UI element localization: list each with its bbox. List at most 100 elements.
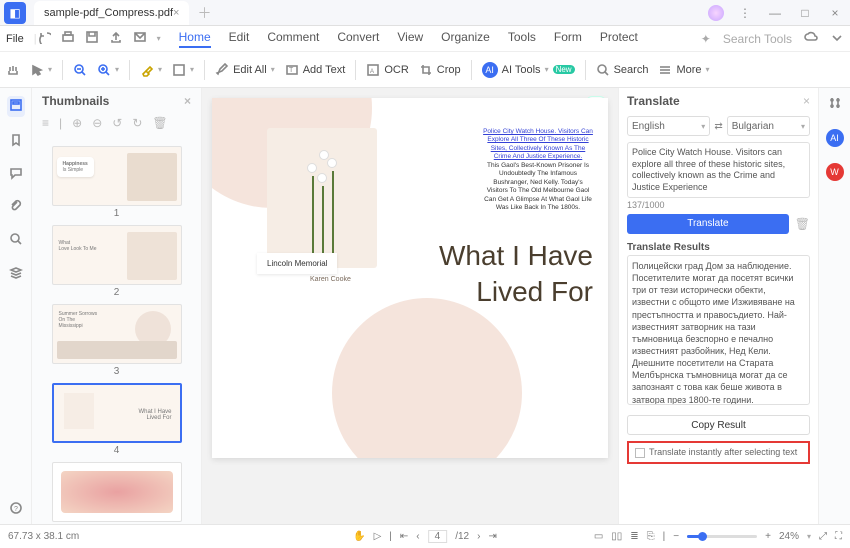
comment-icon[interactable] (9, 166, 23, 183)
search-panel-icon[interactable] (9, 232, 23, 249)
translate-close-icon[interactable]: × (803, 94, 810, 108)
thumbnail-1[interactable]: HappinessIs Simple (52, 146, 182, 206)
crop-button[interactable]: Crop (419, 63, 461, 77)
tab-protect[interactable]: Protect (600, 30, 638, 48)
settings-icon[interactable] (828, 96, 842, 113)
kebab-icon[interactable]: ⋮ (730, 6, 760, 20)
single-page-icon[interactable]: ▭ (594, 531, 603, 542)
thumbnails-close-icon[interactable]: × (184, 94, 191, 108)
clear-translate-icon[interactable]: 🗑 (795, 217, 810, 231)
zoom-in[interactable]: ▾ (97, 63, 119, 77)
tab-form[interactable]: Form (554, 30, 582, 48)
thumbnail-2[interactable]: What Love Look To Me (52, 225, 182, 285)
status-bar: 67.73 x 38.1 cm ✋ ▷ | ⇤ ‹ 4 /12 › ⇥ ▭ ▯▯… (0, 524, 850, 548)
prev-page-icon[interactable]: ‹ (416, 531, 419, 542)
minimize-button[interactable]: — (760, 6, 790, 20)
translate-button[interactable]: Translate (627, 214, 789, 234)
help-icon[interactable]: ? (9, 501, 23, 518)
layers-icon[interactable] (9, 265, 23, 282)
select-tool[interactable]: ▾ (30, 63, 52, 77)
cloud-icon[interactable] (804, 30, 818, 47)
zoom-out[interactable] (73, 63, 87, 77)
search-button[interactable]: Search (596, 63, 649, 77)
close-button[interactable]: × (820, 6, 850, 20)
ocr-button[interactable]: AOCR (366, 63, 408, 77)
mail-icon[interactable] (133, 30, 147, 47)
w-badge-icon[interactable]: W (826, 163, 844, 181)
page-title: What I HaveLived For (383, 238, 593, 310)
instant-translate-checkbox[interactable]: Translate instantly after selecting text (627, 441, 810, 464)
target-lang-select[interactable]: Bulgarian▾ (727, 116, 810, 136)
thumb-delete-icon[interactable]: 🗑 (152, 116, 167, 130)
char-counter: 137/1000 (627, 200, 810, 210)
fullscreen-icon[interactable]: ⛶ (835, 531, 842, 542)
search-tools-label[interactable]: Search Tools (723, 32, 792, 46)
thumb-num-2: 2 (32, 287, 201, 298)
undo-icon[interactable] (37, 30, 51, 47)
save-icon[interactable] (85, 30, 99, 47)
last-page-icon[interactable]: ⇥ (488, 531, 496, 542)
highlighter-tool[interactable]: ▾ (140, 63, 162, 77)
tab-convert[interactable]: Convert (337, 30, 379, 48)
hand-tool[interactable] (6, 63, 20, 77)
read-mode-icon[interactable]: ⎘ (647, 531, 655, 542)
next-page-icon[interactable]: › (477, 531, 480, 542)
share-icon[interactable] (109, 30, 123, 47)
menu-bar: File | ▾ Home Edit Comment Convert View … (0, 26, 850, 52)
bookmark-icon[interactable] (9, 133, 23, 150)
more-button[interactable]: More▾ (658, 63, 709, 77)
thumbnail-4[interactable]: What I Have Lived For (52, 383, 182, 443)
thumb-zoomin-icon[interactable]: ⊕ (72, 116, 82, 130)
expand-icon[interactable] (830, 30, 844, 47)
tab-comment[interactable]: Comment (267, 30, 319, 48)
toolbar: ▾ ▾ ▾ ▾ Edit All▾ TAdd Text AOCR Crop AI… (0, 52, 850, 88)
thumbnail-5[interactable] (52, 462, 182, 522)
thumb-rotate-right-icon[interactable]: ↻ (132, 116, 142, 130)
copy-result-button[interactable]: Copy Result (627, 415, 810, 435)
tab-tools[interactable]: Tools (508, 30, 536, 48)
first-page-icon[interactable]: ⇤ (400, 531, 408, 542)
file-menu[interactable]: File (6, 33, 24, 45)
tab-view[interactable]: View (397, 30, 423, 48)
zoom-in-status[interactable]: + (765, 531, 771, 542)
print-icon[interactable] (61, 30, 75, 47)
document-tab[interactable]: sample-pdf_Compress.pdf × (34, 1, 189, 25)
thumbnail-3[interactable]: Summer Sorrows On The Mississippi (52, 304, 182, 364)
source-lang-select[interactable]: English▾ (627, 116, 710, 136)
tab-home[interactable]: Home (179, 30, 211, 48)
thumb-list-icon[interactable]: ≡ (42, 116, 49, 130)
swap-languages-icon[interactable]: ⇄ (714, 121, 722, 132)
continuous-icon[interactable]: ≣ (630, 531, 638, 542)
tab-organize[interactable]: Organize (441, 30, 490, 48)
wand-icon: ✦ (701, 32, 711, 46)
app-orb-icon[interactable] (708, 5, 724, 21)
results-heading: Translate Results (627, 242, 810, 253)
svg-text:T: T (289, 67, 294, 74)
tab-close-icon[interactable]: × (173, 7, 179, 19)
ai-tools-button[interactable]: AIAI Tools▾New (482, 62, 575, 78)
fit-width-icon[interactable]: ⤢ (819, 531, 827, 542)
thumbnails-icon[interactable] (7, 96, 25, 117)
attachment-icon[interactable] (9, 199, 23, 216)
maximize-button[interactable]: □ (790, 6, 820, 20)
add-text-button[interactable]: TAdd Text (285, 63, 346, 77)
play-icon[interactable]: ▷ (374, 531, 382, 542)
ai-badge-icon[interactable]: AI (826, 129, 844, 147)
document-viewer[interactable]: W Lincoln Memorial Karen Cooke Police Ci… (202, 88, 618, 528)
caption-card: Lincoln Memorial (257, 253, 337, 274)
edit-all-button[interactable]: Edit All▾ (215, 63, 275, 77)
translate-title: Translate (627, 94, 680, 108)
tab-edit[interactable]: Edit (229, 30, 250, 48)
coords-label: 67.73 x 38.1 cm (8, 531, 79, 542)
hand-icon[interactable]: ✋ (353, 531, 365, 542)
two-page-icon[interactable]: ▯▯ (611, 531, 622, 542)
page-input[interactable]: 4 (428, 530, 448, 543)
zoom-out-status[interactable]: − (673, 531, 679, 542)
thumb-num-4: 4 (32, 445, 201, 456)
thumb-rotate-left-icon[interactable]: ↺ (112, 116, 122, 130)
thumb-zoomout-icon[interactable]: ⊖ (92, 116, 102, 130)
add-tab-button[interactable]: ＋ (197, 3, 211, 23)
translate-source-text[interactable]: Police City Watch House. Visitors can ex… (627, 142, 810, 198)
shape-tool[interactable]: ▾ (172, 63, 194, 77)
zoom-slider[interactable] (687, 535, 757, 538)
